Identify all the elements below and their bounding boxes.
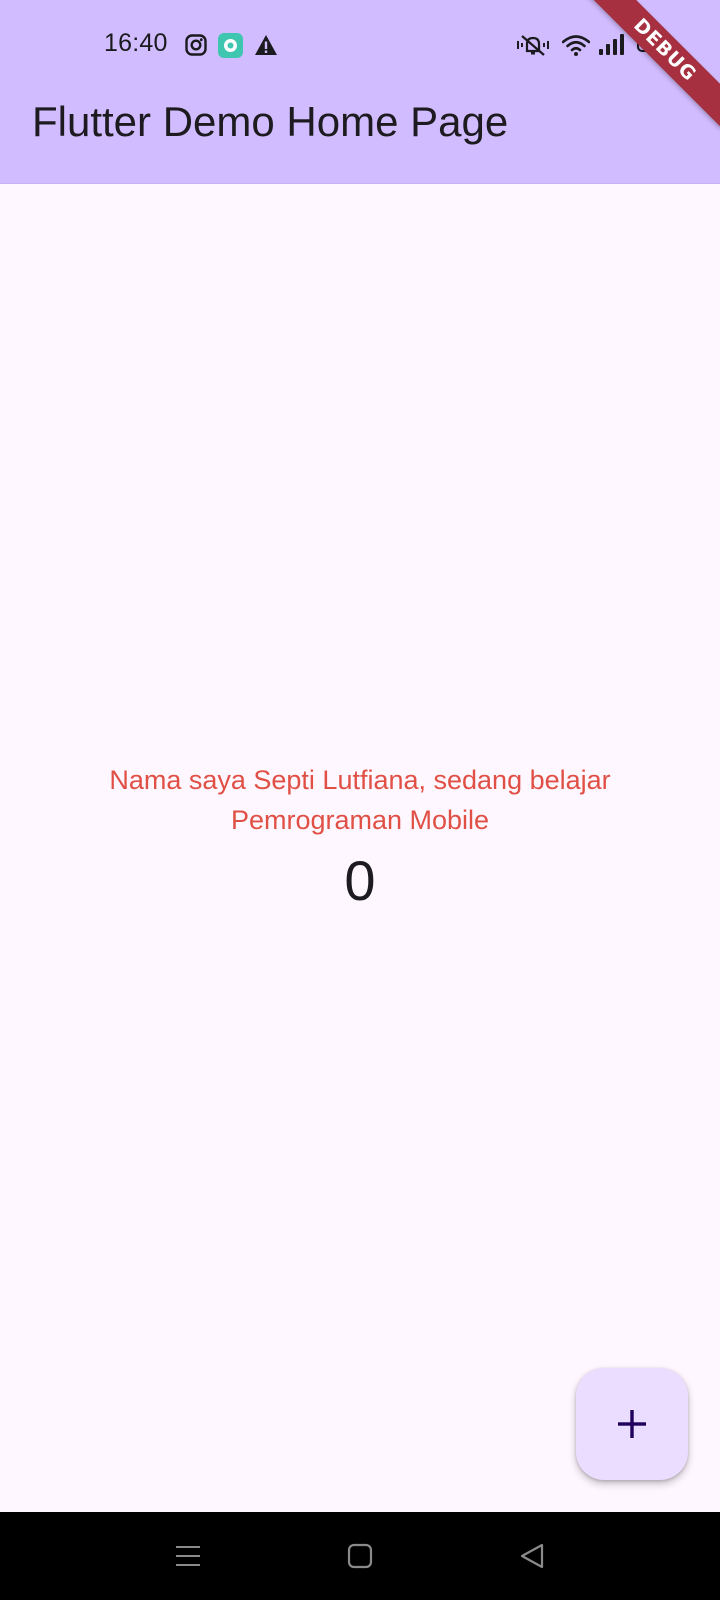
vibrate-silent-icon — [517, 35, 549, 56]
warning-icon — [255, 35, 277, 55]
chat-app-icon — [218, 33, 243, 58]
signal-icon — [599, 34, 624, 55]
nav-home-button[interactable] — [334, 1530, 386, 1582]
counter-value: 0 — [344, 849, 376, 912]
increment-button[interactable] — [576, 1368, 688, 1480]
menu-icon — [176, 1546, 200, 1566]
back-icon — [520, 1543, 544, 1569]
status-bar: 16:40 100 — [0, 0, 720, 90]
battery-level: 100 — [642, 35, 666, 49]
battery-icon: 100 — [637, 33, 671, 52]
status-time: 16:40 — [104, 29, 168, 57]
nav-menu-button[interactable] — [162, 1530, 214, 1582]
nav-back-button[interactable] — [506, 1530, 558, 1582]
home-icon — [347, 1543, 373, 1569]
greeting-text: Nama saya Septi Lutfiana, sedang belajar… — [109, 765, 611, 835]
instagram-icon — [185, 34, 207, 56]
wifi-icon — [562, 35, 590, 56]
main-content: Nama saya Septi Lutfiana, sedang belajar… — [0, 760, 720, 916]
add-icon — [618, 1410, 646, 1438]
app-bar: 16:40 100 Flutter Demo Home Page — [0, 0, 720, 184]
system-navigation-bar — [0, 1512, 720, 1600]
app-title: Flutter Demo Home Page — [32, 98, 509, 145]
